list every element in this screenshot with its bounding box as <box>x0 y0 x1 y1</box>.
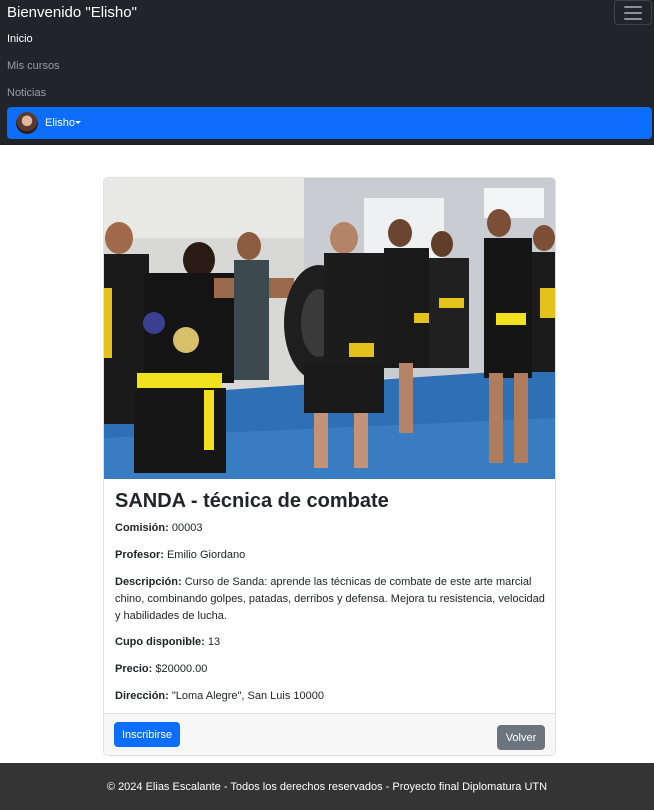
price-value: $20000.00 <box>155 663 208 675</box>
navbar: Bienvenido "Elisho" Inicio Mis cursos No… <box>0 0 654 145</box>
avatar <box>16 112 38 134</box>
hamburger-icon <box>624 11 642 14</box>
teacher-value: Emilio Giordano <box>166 549 246 561</box>
user-name: Elisho <box>45 117 75 129</box>
address-label: Dirección: <box>115 690 169 702</box>
footer-text: © 2024 Elias Escalante - Todos los derec… <box>106 780 548 793</box>
navbar-brand[interactable]: Bienvenido "Elisho" <box>7 4 137 21</box>
course-card: SANDA - técnica de combate Comisión: 000… <box>103 177 556 756</box>
page-footer: © 2024 Elias Escalante - Todos los derec… <box>0 763 654 810</box>
course-title: SANDA - técnica de combate <box>115 490 389 512</box>
commission-label: Comisión: <box>115 522 169 534</box>
slots-value: 13 <box>207 636 221 648</box>
course-description: Descripción: Curso de Sanda: aprende las… <box>115 574 545 625</box>
course-image <box>104 178 555 479</box>
back-button[interactable]: Volver <box>497 725 545 750</box>
enroll-button[interactable]: Inscribirse <box>114 722 180 747</box>
course-price: Precio: $20000.00 <box>115 661 545 678</box>
nav-link-news[interactable]: Noticias <box>7 87 46 99</box>
hamburger-icon <box>624 17 642 20</box>
course-teacher: Profesor: Emilio Giordano <box>115 547 545 564</box>
course-address: Dirección: "Loma Alegre", San Luis 10000 <box>115 688 545 705</box>
nav-link-home[interactable]: Inicio <box>7 33 33 45</box>
teacher-label: Profesor: <box>115 549 164 561</box>
slots-label: Cupo disponible: <box>115 636 205 648</box>
course-commission: Comisión: 00003 <box>115 520 545 537</box>
nav-link-my-courses[interactable]: Mis cursos <box>7 60 60 72</box>
course-card-footer: Inscribirse Volver <box>104 713 555 755</box>
commission-value: 00003 <box>171 522 203 534</box>
address-value: "Loma Alegre", San Luis 10000 <box>171 690 324 702</box>
price-label: Precio: <box>115 663 153 675</box>
user-dropdown-toggle[interactable]: Elisho <box>7 107 652 139</box>
description-label: Descripción: <box>115 576 182 588</box>
navbar-toggler-button[interactable] <box>614 0 652 25</box>
course-slots: Cupo disponible: 13 <box>115 634 545 651</box>
hamburger-icon <box>624 5 642 8</box>
caret-down-icon <box>75 121 81 124</box>
